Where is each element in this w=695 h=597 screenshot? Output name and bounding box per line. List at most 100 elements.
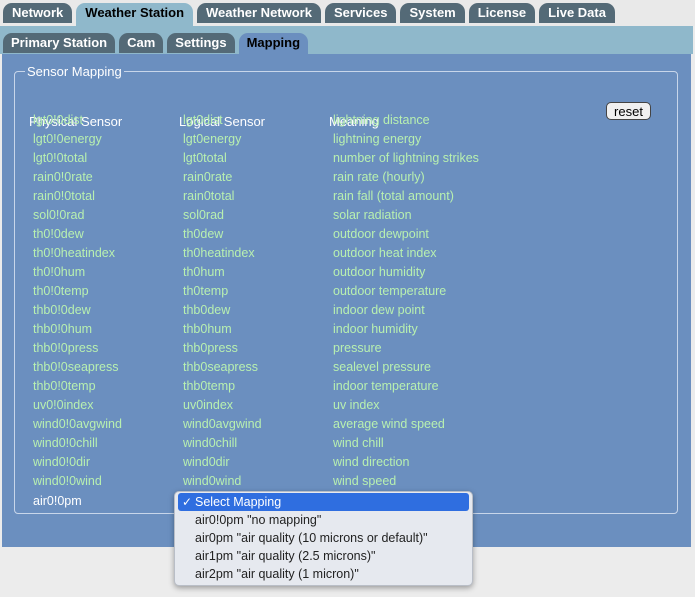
meaning-cell: outdoor temperature (333, 284, 447, 298)
physical-sensor-cell: th0!0hum (33, 265, 86, 279)
table-row: th0!0hum th0hum outdoor humidity (0, 263, 664, 282)
logical-sensor-cell: rain0rate (183, 170, 233, 184)
meaning-cell: number of lightning strikes (333, 151, 479, 165)
tab-license[interactable]: License (468, 3, 536, 23)
physical-sensor-cell: wind0!0dir (33, 455, 90, 469)
physical-sensor-cell: lgt0!0total (33, 151, 88, 165)
logical-sensor-cell: wind0chill (183, 436, 238, 450)
logical-sensor-cell: lgt0energy (183, 132, 242, 146)
meaning-cell: wind direction (333, 455, 410, 469)
tab-weather-station[interactable]: Weather Station (76, 3, 194, 26)
logical-sensor-cell: thb0dew (183, 303, 231, 317)
physical-sensor-cell: lgt0!0energy (33, 132, 102, 146)
tab-services[interactable]: Services (324, 3, 397, 23)
physical-sensor-cell: sol0!0rad (33, 208, 85, 222)
meaning-cell: uv index (333, 398, 380, 412)
subtab-cam[interactable]: Cam (119, 33, 164, 53)
dropdown-option[interactable]: air0pm "air quality (10 microns or defau… (175, 529, 472, 547)
table-row: thb0!0hum thb0hum indoor humidity (0, 320, 664, 339)
physical-sensor-cell: uv0!0index (33, 398, 94, 412)
logical-sensor-cell: uv0index (183, 398, 234, 412)
table-row: lgt0!0dist lgt0dist lightning distance (0, 111, 664, 130)
logical-sensor-cell: sol0rad (183, 208, 224, 222)
meaning-cell: sealevel pressure (333, 360, 431, 374)
logical-sensor-cell: th0hum (183, 265, 225, 279)
table-row: lgt0!0energy lgt0energy lightning energy (0, 130, 664, 149)
dropdown-option-selected[interactable]: ✓ Select Mapping (178, 493, 469, 511)
table-row: rain0!0rate rain0rate rain rate (hourly) (0, 168, 664, 187)
tab-network[interactable]: Network (3, 3, 73, 23)
meaning-cell: rain rate (hourly) (333, 170, 425, 184)
table-row: uv0!0index uv0index uv index (0, 396, 664, 415)
logical-sensor-cell: th0heatindex (183, 246, 255, 260)
physical-sensor-cell: thb0!0temp (33, 379, 96, 393)
sub-nav: Primary Station Cam Settings Mapping (0, 26, 693, 54)
meaning-cell: outdoor heat index (333, 246, 437, 260)
logical-sensor-cell: th0dew (183, 227, 224, 241)
physical-sensor-cell: thb0!0hum (33, 322, 93, 336)
physical-sensor-cell: thb0!0seapress (33, 360, 119, 374)
mapping-select-dropdown[interactable]: ✓ Select Mapping air0!0pm "no mapping" ai… (174, 491, 473, 586)
dropdown-selected-label: Select Mapping (195, 495, 282, 509)
main-tab-list: Network Weather Station Weather Network Ser… (3, 3, 615, 26)
physical-sensor-cell: wind0!0avgwind (33, 417, 122, 431)
physical-sensor-cell: lgt0!0dist (33, 113, 84, 127)
dropdown-option[interactable]: air1pm "air quality (2.5 microns)" (175, 547, 472, 565)
table-row: wind0!0wind wind0wind wind speed (0, 472, 664, 491)
meaning-cell: indoor temperature (333, 379, 439, 393)
meaning-cell: outdoor dewpoint (333, 227, 429, 241)
meaning-cell: wind speed (333, 474, 397, 488)
logical-sensor-cell: wind0wind (183, 474, 242, 488)
logical-sensor-cell: thb0seapress (183, 360, 259, 374)
physical-sensor-cell: wind0!0chill (33, 436, 98, 450)
subtab-settings[interactable]: Settings (167, 33, 235, 53)
table-row: wind0!0avgwind wind0avgwind average wind s… (0, 415, 664, 434)
meaning-cell: average wind speed (333, 417, 445, 431)
table-row: sol0!0rad sol0rad solar radiation (0, 206, 664, 225)
tab-system[interactable]: System (400, 3, 465, 23)
physical-sensor-cell: rain0!0total (33, 189, 95, 203)
table-row: th0!0temp th0temp outdoor temperature (0, 282, 664, 301)
meaning-cell: outdoor humidity (333, 265, 426, 279)
meaning-cell: indoor dew point (333, 303, 425, 317)
tab-weather-network[interactable]: Weather Network (197, 3, 321, 23)
unmapped-physical-sensor: air0!0pm (33, 494, 82, 508)
dropdown-option[interactable]: air0!0pm "no mapping" (175, 511, 472, 529)
logical-sensor-cell: wind0dir (183, 455, 230, 469)
meaning-cell: rain fall (total amount) (333, 189, 454, 203)
meaning-cell: solar radiation (333, 208, 412, 222)
logical-sensor-cell: thb0temp (183, 379, 236, 393)
table-row: rain0!0total rain0total rain fall (total a… (0, 187, 664, 206)
logical-sensor-cell: th0temp (183, 284, 229, 298)
logical-sensor-cell: thb0hum (183, 322, 232, 336)
main-nav: Network Weather Station Weather Network Ser… (0, 0, 695, 26)
checkmark-icon: ✓ (182, 495, 193, 509)
mapping-table: lgt0!0dist lgt0dist lightning distance lgt0… (0, 111, 664, 491)
logical-sensor-cell: thb0press (183, 341, 238, 355)
physical-sensor-cell: th0!0dew (33, 227, 84, 241)
subtab-primary-station[interactable]: Primary Station (3, 33, 116, 53)
table-row: thb0!0temp thb0temp indoor temperature (0, 377, 664, 396)
table-row: th0!0heatindex th0heatindex outdoor heat i… (0, 244, 664, 263)
physical-sensor-cell: rain0!0rate (33, 170, 93, 184)
logical-sensor-cell: wind0avgwind (183, 417, 262, 431)
physical-sensor-cell: th0!0temp (33, 284, 89, 298)
dropdown-option[interactable]: air2pm "air quality (1 micron)" (175, 565, 472, 583)
table-row: th0!0dew th0dew outdoor dewpoint (0, 225, 664, 244)
table-row: wind0!0chill wind0chill wind chill (0, 434, 664, 453)
meaning-cell: indoor humidity (333, 322, 418, 336)
meaning-cell: lightning energy (333, 132, 422, 146)
tab-live-data[interactable]: Live Data (539, 3, 615, 23)
table-row: thb0!0dew thb0dew indoor dew point (0, 301, 664, 320)
meaning-cell: lightning distance (333, 113, 430, 127)
physical-sensor-cell: th0!0heatindex (33, 246, 116, 260)
table-row: thb0!0seapress thb0seapress sealevel press… (0, 358, 664, 377)
meaning-cell: pressure (333, 341, 382, 355)
table-row: lgt0!0total lgt0total number of lightning … (0, 149, 664, 168)
sensor-mapping-legend: Sensor Mapping (27, 64, 122, 79)
logical-sensor-cell: rain0total (183, 189, 235, 203)
subtab-mapping[interactable]: Mapping (238, 33, 309, 54)
physical-sensor-cell: thb0!0press (33, 341, 99, 355)
meaning-cell: wind chill (333, 436, 384, 450)
table-row: thb0!0press thb0press pressure (0, 339, 664, 358)
